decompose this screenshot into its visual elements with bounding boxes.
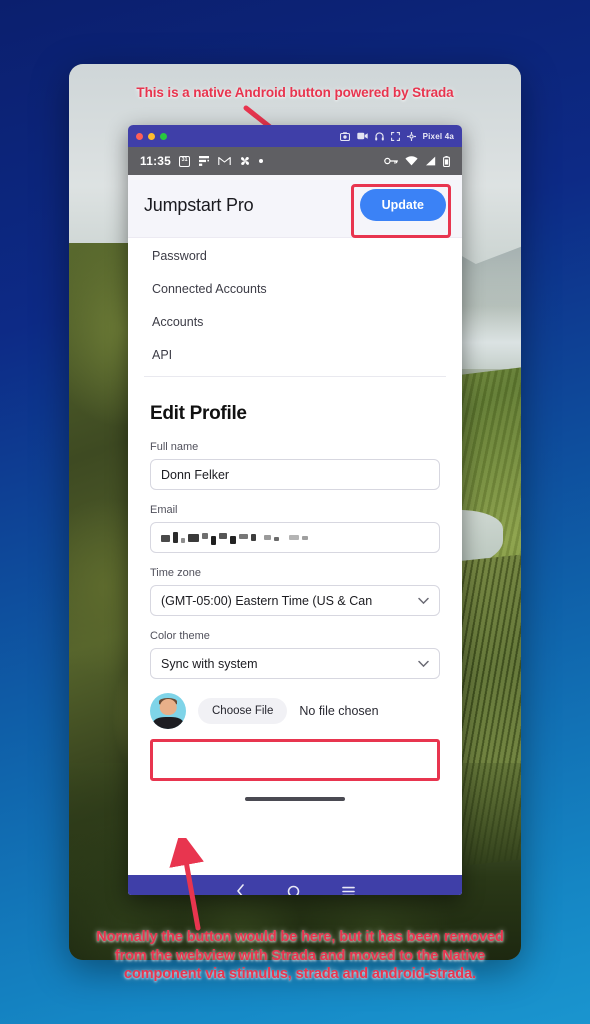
full-name-input[interactable] (150, 459, 440, 490)
email-field-group: Email (150, 504, 440, 553)
edit-profile-form: Edit Profile Full name Email (128, 387, 462, 801)
headphones-icon[interactable] (374, 131, 384, 141)
avatar (150, 693, 186, 729)
full-name-label: Full name (150, 441, 199, 453)
email-label: Email (150, 504, 178, 516)
settings-gear-icon[interactable] (406, 131, 416, 141)
dot-icon (259, 159, 264, 163)
color-theme-select[interactable] (150, 648, 440, 679)
menu-item-api[interactable]: API (128, 339, 462, 372)
time-zone-field-group: Time zone (150, 567, 440, 616)
cell-signal-icon (426, 156, 436, 166)
time-zone-select[interactable] (150, 585, 440, 616)
file-status-label: No file chosen (299, 704, 379, 718)
wifi-icon (405, 156, 418, 166)
recents-icon[interactable] (341, 886, 355, 896)
android-nav-bar (128, 875, 462, 895)
emulator-title-bar: Pixel 4a (128, 125, 462, 147)
menu-item-accounts[interactable]: Accounts (128, 306, 462, 339)
color-theme-label: Color theme (150, 630, 210, 642)
removed-button-highlight-box (150, 739, 440, 781)
home-indicator (245, 797, 345, 801)
full-name-field-group: Full name (150, 441, 440, 490)
form-heading: Edit Profile (150, 403, 247, 424)
battery-icon (443, 155, 450, 167)
android-emulator-window: Pixel 4a 11:35 31 Jumpstart Pro Update P… (128, 125, 462, 895)
close-window-button[interactable] (136, 132, 143, 140)
device-name-label: Pixel 4a (422, 131, 454, 141)
menu-divider (144, 376, 446, 377)
calendar-icon: 31 (179, 155, 191, 167)
avatar-face (159, 698, 177, 716)
android-status-bar: 11:35 31 (128, 147, 462, 175)
back-icon[interactable] (236, 884, 245, 895)
top-annotation-text: This is a native Android button powered … (136, 85, 454, 100)
minimize-window-button[interactable] (148, 132, 155, 140)
video-record-icon[interactable] (356, 132, 368, 140)
webview-content: Jumpstart Pro Update Password Connected … (128, 175, 462, 875)
avatar-body (153, 716, 183, 729)
vpn-key-icon (384, 157, 398, 165)
bottom-annotation-line-2: from the webview with Strada and moved t… (114, 947, 486, 964)
app-header: Jumpstart Pro Update (128, 175, 462, 238)
bottom-annotation-line-1: Normally the button would be here, but i… (96, 929, 504, 945)
update-button[interactable]: Update (359, 189, 446, 221)
gmail-icon (218, 157, 231, 165)
email-input[interactable] (150, 522, 440, 553)
choose-file-button[interactable]: Choose File (198, 698, 288, 724)
page-title: Jumpstart Pro (144, 194, 254, 215)
bottom-annotation-text: Normally the button would be here, but i… (40, 928, 560, 984)
camera-icon[interactable] (339, 131, 350, 141)
figma-icon (199, 156, 210, 166)
settings-menu: Password Connected Accounts Accounts API (128, 238, 462, 387)
menu-item-password[interactable]: Password (128, 240, 462, 273)
status-bar-clock: 11:35 (140, 154, 172, 168)
window-traffic-lights[interactable] (136, 132, 167, 140)
zoom-window-button[interactable] (160, 132, 167, 140)
home-icon[interactable] (287, 885, 300, 896)
pinwheel-icon (241, 157, 250, 165)
avatar-upload-row: Choose File No file chosen (150, 693, 440, 729)
time-zone-label: Time zone (150, 567, 201, 579)
bottom-annotation-line-3: component via stimulus, strada and andro… (124, 966, 476, 982)
menu-item-connected-accounts[interactable]: Connected Accounts (128, 273, 462, 306)
color-theme-field-group: Color theme (150, 630, 440, 679)
fullscreen-icon[interactable] (390, 131, 400, 141)
